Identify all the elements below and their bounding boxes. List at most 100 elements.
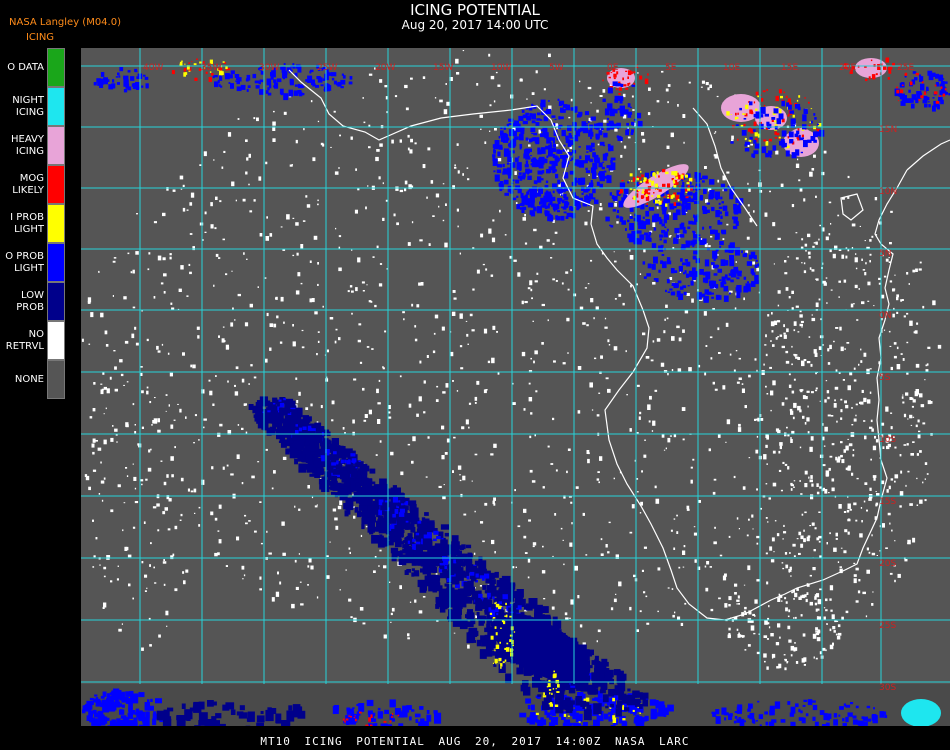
icing-pixel xyxy=(527,558,531,563)
icing-pixel xyxy=(770,409,772,412)
icing-pixel xyxy=(541,342,544,345)
icing-pixel xyxy=(394,95,398,98)
icing-pixel xyxy=(683,291,687,296)
icing-pixel xyxy=(533,360,535,364)
icing-pixel xyxy=(422,76,426,79)
icing-pixel xyxy=(533,228,537,232)
icing-pixel xyxy=(552,190,555,194)
icing-pixel xyxy=(370,724,373,726)
icing-pixel xyxy=(743,584,746,586)
icing-pixel xyxy=(738,707,741,711)
icing-pixel xyxy=(602,161,605,163)
icing-pixel xyxy=(523,535,527,539)
icing-pixel xyxy=(524,164,529,168)
icing-pixel xyxy=(709,285,714,289)
icing-pixel xyxy=(636,629,639,632)
icing-pixel xyxy=(558,116,561,120)
icing-pixel xyxy=(561,181,566,188)
icing-pixel xyxy=(800,614,803,617)
icing-pixel xyxy=(379,440,382,443)
icing-pixel xyxy=(272,121,276,126)
icing-pixel xyxy=(519,203,522,206)
icing-pixel xyxy=(684,259,688,262)
icing-pixel xyxy=(656,100,660,103)
icing-pixel xyxy=(708,245,711,248)
icing-pixel xyxy=(648,420,651,423)
icing-pixel xyxy=(536,118,541,121)
icing-pixel xyxy=(839,566,842,568)
icing-pixel xyxy=(512,150,515,154)
icing-pixel xyxy=(789,552,791,554)
icing-pixel xyxy=(662,209,667,215)
icing-pixel xyxy=(748,518,750,521)
icing-pixel xyxy=(793,617,795,619)
icing-pixel xyxy=(210,511,214,516)
icing-pixel xyxy=(791,290,794,294)
icing-pixel xyxy=(546,109,549,113)
icing-pixel xyxy=(924,499,927,502)
icing-pixel xyxy=(580,163,584,166)
icing-pixel xyxy=(384,709,389,714)
icing-pixel xyxy=(799,323,803,327)
icing-pixel xyxy=(409,716,412,721)
icing-pixel xyxy=(815,372,817,375)
icing-pixel xyxy=(815,389,818,392)
icing-pixel xyxy=(744,649,747,651)
icing-pixel xyxy=(493,158,498,164)
icing-pixel xyxy=(783,324,785,328)
icing-pixel xyxy=(114,428,118,432)
icing-pixel xyxy=(529,280,533,286)
icing-pixel xyxy=(806,361,811,364)
icing-pixel xyxy=(570,98,573,102)
icing-pixel xyxy=(465,544,472,549)
icing-pixel xyxy=(162,511,166,515)
icing-pixel xyxy=(122,696,129,701)
icing-pixel xyxy=(677,104,679,107)
icing-pixel xyxy=(279,407,288,416)
icing-pixel xyxy=(736,205,741,210)
icing-pixel xyxy=(466,612,475,620)
legend-swatch xyxy=(47,126,65,165)
icing-pixel xyxy=(468,402,472,405)
icing-pixel xyxy=(282,456,287,460)
icing-pixel xyxy=(246,88,249,92)
icing-pixel xyxy=(322,305,324,308)
icing-pixel xyxy=(402,311,405,314)
icing-pixel xyxy=(590,298,594,303)
icing-pixel xyxy=(307,584,309,586)
icing-pixel xyxy=(599,203,602,206)
legend-label-line: NONE xyxy=(14,373,44,385)
icing-pixel xyxy=(344,720,346,723)
icing-pixel xyxy=(814,721,819,726)
icing-pixel xyxy=(616,221,619,224)
icing-pixel xyxy=(571,522,573,525)
icing-pixel xyxy=(807,405,809,408)
icing-pixel xyxy=(119,703,122,707)
icing-pixel xyxy=(378,283,383,287)
icing-pixel xyxy=(100,312,104,318)
icing-pixel xyxy=(294,458,298,465)
icing-pixel xyxy=(841,254,845,259)
icing-pixel xyxy=(295,290,300,295)
icing-pixel xyxy=(368,146,371,149)
icing-pixel xyxy=(544,192,548,196)
icing-pixel xyxy=(432,569,437,573)
legend-label-line: ICING xyxy=(15,145,44,157)
icing-pixel xyxy=(454,166,457,169)
icing-pixel xyxy=(669,235,672,237)
icing-pixel xyxy=(167,352,170,355)
icing-pixel xyxy=(409,504,417,512)
icing-pixel xyxy=(605,714,609,717)
icing-pixel xyxy=(685,202,691,210)
icing-pixel xyxy=(681,203,685,207)
icing-pixel xyxy=(868,498,872,501)
icing-pixel xyxy=(393,213,396,217)
icing-pixel xyxy=(310,69,314,73)
icing-pixel xyxy=(524,199,527,201)
icing-pixel xyxy=(540,103,544,107)
icing-pixel xyxy=(852,715,857,719)
icing-pixel xyxy=(840,454,843,458)
icing-pixel xyxy=(568,133,572,137)
icing-pixel xyxy=(918,268,922,271)
icing-pixel xyxy=(705,199,709,203)
